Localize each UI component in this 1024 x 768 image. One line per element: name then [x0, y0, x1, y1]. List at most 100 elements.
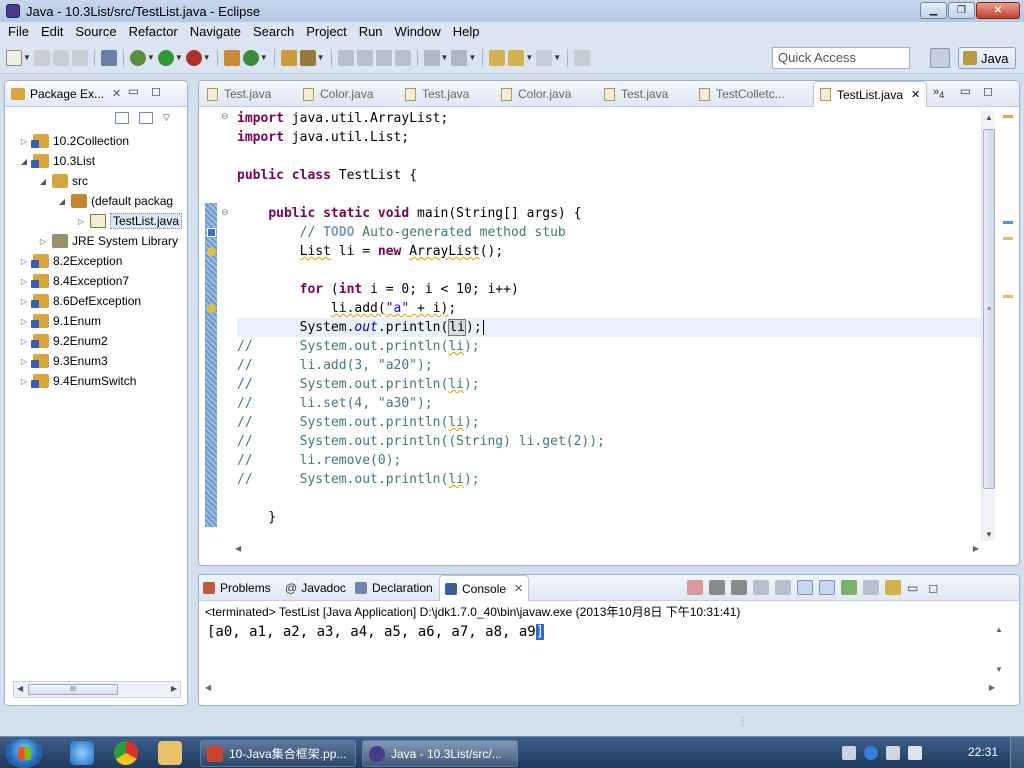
collapsed-arrow-icon[interactable]: ▷: [38, 237, 48, 246]
next-annotation-icon[interactable]: [423, 49, 440, 66]
close-icon[interactable]: ✕: [514, 582, 523, 595]
fold-icon[interactable]: ⊖: [221, 111, 231, 122]
menu-file[interactable]: File: [2, 22, 35, 42]
open-console-icon[interactable]: [885, 580, 901, 595]
collapsed-arrow-icon[interactable]: ▷: [19, 137, 29, 146]
editor-tab[interactable]: Test.java: [604, 81, 668, 107]
collapsed-arrow-icon[interactable]: ▷: [19, 337, 29, 346]
back-icon[interactable]: [508, 49, 525, 66]
editor-tab[interactable]: Test.java: [405, 81, 469, 107]
scroll-lock-icon[interactable]: [775, 580, 791, 595]
menu-project[interactable]: Project: [300, 22, 352, 42]
tree-item[interactable]: ▷ 9.2Enum2: [5, 331, 187, 351]
tree-item[interactable]: ▷ 8.6DefException: [5, 291, 187, 311]
show-desktop-button[interactable]: [1010, 737, 1024, 768]
tree-item[interactable]: ◢ 10.3List: [5, 151, 187, 171]
menu-run[interactable]: Run: [353, 22, 389, 42]
close-icon[interactable]: ✕: [911, 88, 920, 101]
collapsed-arrow-icon[interactable]: ▷: [19, 377, 29, 386]
display-console-icon[interactable]: [863, 580, 879, 595]
block-select-icon[interactable]: [394, 49, 411, 66]
collapsed-arrow-icon[interactable]: ▷: [19, 357, 29, 366]
tab-declaration[interactable]: Declaration: [355, 575, 433, 601]
tree-item[interactable]: ▷ JRE System Library: [5, 231, 187, 251]
menu-window[interactable]: Window: [389, 22, 447, 42]
show-on-stderr-icon[interactable]: [819, 580, 835, 595]
task-marker[interactable]: [1003, 221, 1013, 224]
menu-refactor[interactable]: Refactor: [123, 22, 184, 42]
toggle-breakpoint-icon[interactable]: [100, 49, 117, 66]
editor-horizontal-scrollbar[interactable]: ◀ ▶: [235, 543, 979, 557]
chrome-icon[interactable]: [114, 741, 138, 765]
debug-icon[interactable]: [129, 49, 146, 66]
expanded-arrow-icon[interactable]: ◢: [19, 157, 29, 166]
remove-all-terminated-icon[interactable]: [731, 580, 747, 595]
editor-tab[interactable]: TestColletc...: [699, 81, 785, 107]
clear-console-icon[interactable]: [753, 580, 769, 595]
warning-marker[interactable]: [1003, 237, 1013, 240]
start-button[interactable]: [6, 738, 42, 768]
editor-tab-active[interactable]: TestList.java ✕: [813, 81, 928, 107]
keyboard-icon[interactable]: [842, 746, 856, 760]
java-perspective-button[interactable]: Java: [958, 47, 1016, 69]
expanded-arrow-icon[interactable]: ◢: [57, 197, 67, 206]
forward-icon[interactable]: [536, 49, 553, 66]
fold-icon[interactable]: ⊖: [221, 207, 231, 218]
menu-search[interactable]: Search: [247, 22, 300, 42]
close-icon[interactable]: ✕: [112, 87, 121, 100]
annotation-icon[interactable]: [337, 49, 354, 66]
menu-source[interactable]: Source: [69, 22, 122, 42]
pin-editor-icon[interactable]: [574, 49, 591, 66]
minimize-maximize-icons[interactable]: ▭◻: [960, 84, 1005, 98]
minimize-button[interactable]: ▁: [920, 2, 947, 19]
horizontal-scrollbar[interactable]: ◀ III ▶: [13, 681, 181, 698]
taskbar-powerpoint[interactable]: 10-Java集合框架.pp...: [200, 740, 356, 767]
tree-item[interactable]: ◢ (default packag: [5, 191, 187, 211]
tab-problems[interactable]: Problems: [203, 575, 271, 601]
remove-launch-icon[interactable]: [709, 580, 725, 595]
open-type-icon[interactable]: [280, 49, 297, 66]
warning-marker[interactable]: [1003, 295, 1013, 298]
collapsed-arrow-icon[interactable]: ▷: [19, 277, 29, 286]
clock[interactable]: 22:31: [968, 745, 998, 759]
tree-item[interactable]: ▷ 8.4Exception7: [5, 271, 187, 291]
link-with-editor-icon[interactable]: [139, 112, 153, 124]
tab-overflow-indicator[interactable]: »4: [933, 86, 944, 100]
open-perspective-icon[interactable]: [930, 48, 950, 68]
volume-icon[interactable]: [908, 746, 922, 760]
close-button[interactable]: ✕: [976, 2, 1020, 19]
maximize-button[interactable]: ❐: [948, 2, 975, 19]
editor-tab[interactable]: Test.java: [207, 81, 271, 107]
run-external-icon[interactable]: [185, 49, 202, 66]
save-all-icon[interactable]: [52, 49, 69, 66]
expanded-arrow-icon[interactable]: ◢: [38, 177, 48, 186]
editor-tab[interactable]: Color.java: [501, 81, 571, 107]
file-explorer-icon[interactable]: [158, 741, 182, 765]
internet-explorer-icon[interactable]: [70, 741, 94, 765]
tree-item[interactable]: ▷ 8.2Exception: [5, 251, 187, 271]
collapsed-arrow-icon[interactable]: ▷: [19, 257, 29, 266]
tree-item[interactable]: ▷ 10.2Collection: [5, 131, 187, 151]
warning-marker[interactable]: [1003, 115, 1013, 118]
help-icon[interactable]: [864, 746, 878, 760]
new-icon[interactable]: [6, 49, 22, 66]
tree-item[interactable]: ▷ TestList.java: [5, 211, 187, 231]
show-on-stdout-icon[interactable]: [797, 580, 813, 595]
edit-icon[interactable]: [356, 49, 373, 66]
editor-vertical-scrollbar[interactable]: ▲ ≡ ▼: [981, 111, 995, 541]
minimize-maximize-icons[interactable]: ▭◻: [128, 84, 173, 98]
new-java-class-icon[interactable]: [242, 49, 259, 66]
prev-annotation-icon[interactable]: [451, 49, 468, 66]
status-grip[interactable]: ⋮: [738, 716, 748, 727]
last-edit-location-icon[interactable]: [489, 49, 506, 66]
minimize-maximize-icons[interactable]: ▭◻: [907, 581, 948, 595]
collapse-all-icon[interactable]: [115, 112, 129, 124]
collapsed-arrow-icon[interactable]: ▷: [76, 217, 86, 226]
search-icon[interactable]: [299, 49, 316, 66]
print-icon[interactable]: [71, 49, 88, 66]
save-icon[interactable]: [33, 49, 50, 66]
console-horizontal-scrollbar[interactable]: ◀ ▶: [205, 683, 995, 695]
tree-item[interactable]: ▷ 9.1Enum: [5, 311, 187, 331]
quick-access-input[interactable]: Quick Access: [772, 47, 910, 69]
view-menu-icon[interactable]: ▽: [163, 112, 177, 124]
